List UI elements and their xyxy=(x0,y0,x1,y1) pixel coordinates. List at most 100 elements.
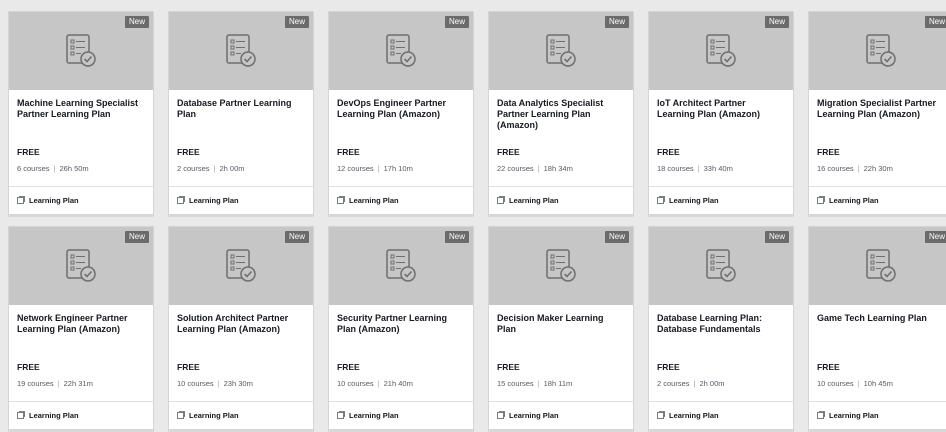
card-price: FREE xyxy=(657,362,680,372)
card-title[interactable]: DevOps Engineer Partner Learning Plan (A… xyxy=(337,98,465,120)
card-price: FREE xyxy=(497,362,520,372)
learning-plan-card[interactable]: New Decision Maker Learning Plan FREE 15… xyxy=(488,226,634,430)
learning-plan-icon xyxy=(337,411,345,419)
learning-plan-card[interactable]: New Database Partner Learning Plan FREE … xyxy=(168,11,314,215)
card-thumbnail: New xyxy=(9,227,153,305)
card-body: DevOps Engineer Partner Learning Plan (A… xyxy=(329,90,473,186)
card-price: FREE xyxy=(817,147,840,157)
duration: 22h 30m xyxy=(863,164,893,173)
card-body: Data Analytics Specialist Partner Learni… xyxy=(489,90,633,186)
card-title[interactable]: Game Tech Learning Plan xyxy=(817,313,945,324)
card-thumbnail: New xyxy=(809,227,946,305)
learning-plan-card[interactable]: New Security Partner Learning Plan (Amaz… xyxy=(328,226,474,430)
card-title[interactable]: Data Analytics Specialist Partner Learni… xyxy=(497,98,625,131)
new-badge: New xyxy=(284,16,309,28)
card-body: Solution Architect Partner Learning Plan… xyxy=(169,305,313,401)
card-footer: Learning Plan xyxy=(329,186,473,213)
card-type-label: Learning Plan xyxy=(189,195,239,205)
learning-plan-card[interactable]: New IoT Architect Partner Learning Plan … xyxy=(648,11,794,215)
card-thumbnail: New xyxy=(329,12,473,90)
learning-plan-card[interactable]: New Solution Architect Partner Learning … xyxy=(168,226,314,430)
checklist-icon xyxy=(386,249,416,282)
card-meta: 12 courses | 17h 10m xyxy=(337,164,413,173)
checklist-icon xyxy=(386,34,416,67)
course-count: 18 courses xyxy=(657,164,694,173)
card-title[interactable]: Solution Architect Partner Learning Plan… xyxy=(177,313,305,335)
checklist-icon xyxy=(706,249,736,282)
card-meta: 2 courses | 2h 00m xyxy=(657,379,725,388)
card-type-label: Learning Plan xyxy=(509,195,559,205)
new-badge: New xyxy=(764,16,789,28)
new-badge: New xyxy=(924,16,946,28)
card-type-label: Learning Plan xyxy=(29,195,79,205)
card-meta: 15 courses | 18h 11m xyxy=(497,379,573,388)
duration: 18h 11m xyxy=(543,379,573,388)
card-title[interactable]: Database Learning Plan: Database Fundame… xyxy=(657,313,785,335)
card-body: Decision Maker Learning Plan FREE 15 cou… xyxy=(489,305,633,401)
duration: 18h 34m xyxy=(543,164,573,173)
checklist-icon xyxy=(866,34,896,67)
card-title[interactable]: Security Partner Learning Plan (Amazon) xyxy=(337,313,465,335)
learning-plan-card[interactable]: New Data Analytics Specialist Partner Le… xyxy=(488,11,634,215)
course-count: 19 courses xyxy=(17,379,54,388)
new-badge: New xyxy=(604,231,629,243)
course-count: 10 courses xyxy=(177,379,214,388)
card-price: FREE xyxy=(177,362,200,372)
card-title[interactable]: Migration Specialist Partner Learning Pl… xyxy=(817,98,945,120)
card-thumbnail: New xyxy=(489,12,633,90)
card-type-label: Learning Plan xyxy=(349,195,399,205)
card-thumbnail: New xyxy=(809,12,946,90)
course-count: 16 courses xyxy=(817,164,854,173)
card-type-label: Learning Plan xyxy=(669,195,719,205)
course-count: 12 courses xyxy=(337,164,374,173)
learning-plan-card[interactable]: New DevOps Engineer Partner Learning Pla… xyxy=(328,11,474,215)
card-footer: Learning Plan xyxy=(489,186,633,213)
learning-plan-card[interactable]: New Network Engineer Partner Learning Pl… xyxy=(8,226,154,430)
checklist-icon xyxy=(546,34,576,67)
new-badge: New xyxy=(764,231,789,243)
card-meta: 6 courses | 26h 50m xyxy=(17,164,89,173)
card-body: Database Partner Learning Plan FREE 2 co… xyxy=(169,90,313,186)
duration: 23h 30m xyxy=(223,379,253,388)
course-count: 2 courses xyxy=(177,164,210,173)
card-title[interactable]: Database Partner Learning Plan xyxy=(177,98,305,120)
card-title[interactable]: IoT Architect Partner Learning Plan (Ama… xyxy=(657,98,785,120)
card-body: Game Tech Learning Plan FREE 10 courses |… xyxy=(809,305,946,401)
learning-plan-card[interactable]: New Machine Learning Specialist Partner … xyxy=(8,11,154,215)
card-price: FREE xyxy=(817,362,840,372)
card-footer: Learning Plan xyxy=(329,401,473,428)
new-badge: New xyxy=(604,16,629,28)
card-title[interactable]: Decision Maker Learning Plan xyxy=(497,313,625,335)
learning-plan-card[interactable]: New Database Learning Plan: Database Fun… xyxy=(648,226,794,430)
card-title[interactable]: Machine Learning Specialist Partner Lear… xyxy=(17,98,145,120)
card-meta: 10 courses | 21h 40m xyxy=(337,379,413,388)
card-meta: 22 courses | 18h 34m xyxy=(497,164,573,173)
learning-plan-icon xyxy=(177,411,185,419)
card-price: FREE xyxy=(497,147,520,157)
learning-plan-icon xyxy=(497,196,505,204)
new-badge: New xyxy=(124,231,149,243)
card-body: Migration Specialist Partner Learning Pl… xyxy=(809,90,946,186)
card-title[interactable]: Network Engineer Partner Learning Plan (… xyxy=(17,313,145,335)
card-price: FREE xyxy=(337,362,360,372)
card-footer: Learning Plan xyxy=(649,186,793,213)
card-meta: 2 courses | 2h 00m xyxy=(177,164,245,173)
checklist-icon xyxy=(706,34,736,67)
learning-plan-icon xyxy=(497,411,505,419)
card-footer: Learning Plan xyxy=(649,401,793,428)
card-price: FREE xyxy=(17,147,40,157)
checklist-icon xyxy=(866,249,896,282)
card-price: FREE xyxy=(337,147,360,157)
card-footer: Learning Plan xyxy=(809,186,946,213)
learning-plan-card[interactable]: New Migration Specialist Partner Learnin… xyxy=(808,11,946,215)
learning-plan-icon xyxy=(817,196,825,204)
learning-plan-icon xyxy=(657,411,665,419)
learning-plan-icon xyxy=(177,196,185,204)
new-badge: New xyxy=(284,231,309,243)
learning-plan-grid: New Machine Learning Specialist Partner … xyxy=(0,0,946,432)
learning-plan-card[interactable]: New Game Tech Learning Plan FREE 10 cour… xyxy=(808,226,946,430)
card-type-label: Learning Plan xyxy=(669,410,719,420)
card-meta: 19 courses | 22h 31m xyxy=(17,379,93,388)
course-count: 6 courses xyxy=(17,164,50,173)
course-count: 2 courses xyxy=(657,379,690,388)
